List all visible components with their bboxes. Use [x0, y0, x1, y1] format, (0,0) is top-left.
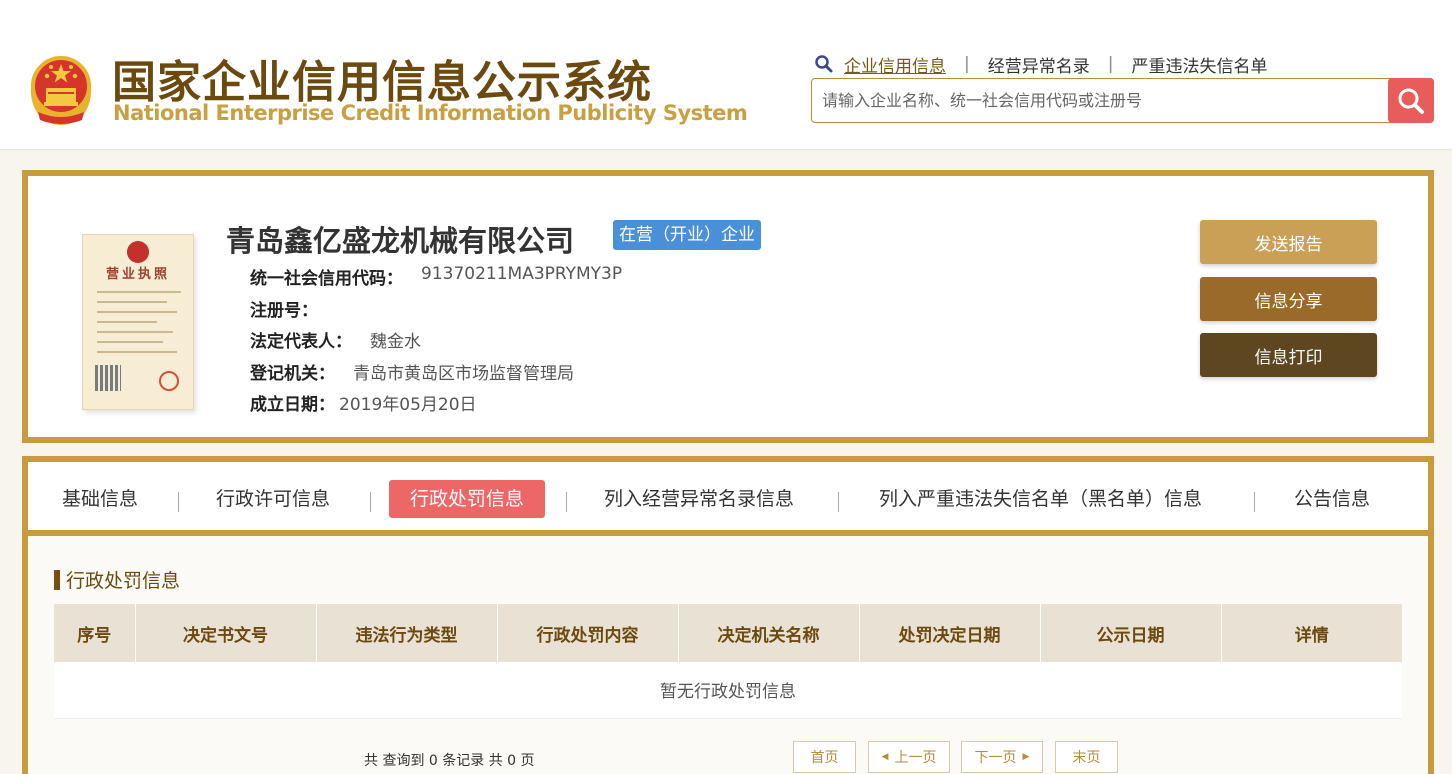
- tab-basic-info[interactable]: 基础信息: [62, 480, 138, 518]
- section-title-marker: [54, 569, 60, 590]
- col-header-violation-type: 违法行为类型: [316, 604, 498, 662]
- info-value: 魏金水: [370, 332, 421, 352]
- info-row-reg-number: 注册号：: [250, 296, 336, 321]
- site-header: 国家企业信用信息公示系统 National Enterprise Credit …: [0, 0, 1452, 150]
- search-button[interactable]: [1388, 78, 1434, 123]
- license-text-line: [97, 301, 167, 303]
- empty-table-message: 暂无行政处罚信息: [54, 662, 1402, 719]
- pager-last-button[interactable]: 末页: [1055, 741, 1118, 773]
- license-emblem-icon: [127, 241, 149, 263]
- license-text-line: [97, 321, 157, 323]
- search-bar: [811, 78, 1434, 123]
- col-header-authority: 决定机关名称: [678, 604, 860, 662]
- search-icon: [815, 55, 833, 73]
- tab-announcements[interactable]: 公告信息: [1294, 480, 1370, 518]
- penalty-panel: 行政处罚信息 序号 决定书文号 违法行为类型 行政处罚内容 决定机关名称 处罚决…: [22, 536, 1434, 774]
- caret-right-icon: ▶: [1022, 752, 1030, 762]
- info-row-established: 成立日期： 2019年05月20日: [250, 390, 477, 415]
- info-tabs: 基础信息 行政许可信息 行政处罚信息 列入经营异常名录信息 列入严重违法失信名单…: [22, 456, 1434, 536]
- top-nav: 企业信用信息 | 经营异常名录 | 严重违法失信名单: [814, 52, 1267, 77]
- national-emblem-icon: [30, 56, 92, 125]
- col-header-decision-date: 处罚决定日期: [859, 604, 1041, 662]
- share-info-button[interactable]: 信息分享: [1200, 277, 1377, 321]
- business-license-image[interactable]: 营业执照: [82, 234, 194, 410]
- col-header-decision-no: 决定书文号: [135, 604, 317, 662]
- info-label: 法定代表人：: [250, 332, 352, 352]
- section-title-text: 行政处罚信息: [66, 570, 181, 592]
- section-title: 行政处罚信息: [54, 566, 180, 593]
- info-value: 91370211MA3PRYMY3P: [421, 264, 623, 284]
- send-report-button[interactable]: 发送报告: [1200, 220, 1377, 264]
- license-text-line: [97, 311, 177, 313]
- info-label: 统一社会信用代码：: [250, 269, 403, 289]
- table-header-row: 序号 决定书文号 违法行为类型 行政处罚内容 决定机关名称 处罚决定日期 公示日…: [54, 604, 1402, 662]
- search-icon: [1398, 88, 1424, 114]
- nav-blacklist[interactable]: 严重违法失信名单: [1131, 52, 1267, 77]
- col-header-index: 序号: [54, 604, 136, 662]
- info-row-legal-rep: 法定代表人： 魏金水: [250, 327, 421, 352]
- nav-divider: |: [964, 54, 970, 74]
- tab-divider: [838, 492, 839, 512]
- tab-divider: [370, 492, 371, 512]
- search-input[interactable]: [812, 79, 1387, 122]
- status-badge: 在营（开业）企业: [613, 220, 761, 250]
- license-seal-icon: [159, 371, 179, 391]
- pager-prev-button[interactable]: ◀ 上一页: [868, 741, 950, 773]
- info-row-credit-code: 统一社会信用代码： 91370211MA3PRYMY3P: [250, 264, 622, 289]
- tab-divider: [1254, 492, 1255, 512]
- pager-prev-label: 上一页: [894, 750, 937, 766]
- license-qr-code: [95, 365, 121, 391]
- tab-admin-license[interactable]: 行政许可信息: [216, 480, 330, 518]
- tab-divider: [178, 492, 179, 512]
- company-name: 青岛鑫亿盛龙机械有限公司: [226, 224, 575, 258]
- table-row: 暂无行政处罚信息: [54, 662, 1402, 719]
- nav-enterprise-credit[interactable]: 企业信用信息: [844, 52, 946, 77]
- info-label: 登记机关：: [250, 364, 335, 384]
- nav-abnormal-list[interactable]: 经营异常名录: [988, 52, 1090, 77]
- penalty-table: 序号 决定书文号 违法行为类型 行政处罚内容 决定机关名称 处罚决定日期 公示日…: [54, 604, 1402, 719]
- pager-next-label: 下一页: [974, 750, 1017, 766]
- tab-divider: [566, 492, 567, 512]
- caret-left-icon: ◀: [881, 752, 889, 762]
- pager-first-button[interactable]: 首页: [793, 741, 856, 773]
- license-text-line: [97, 291, 181, 293]
- license-text-line: [97, 351, 177, 353]
- info-row-authority: 登记机关： 青岛市黄岛区市场监督管理局: [250, 359, 574, 384]
- pager-next-button[interactable]: 下一页 ▶: [961, 741, 1043, 773]
- col-header-penalty-content: 行政处罚内容: [497, 604, 679, 662]
- info-label: 成立日期：: [250, 395, 335, 415]
- company-card: 营业执照 青岛鑫亿盛龙机械有限公司 在营（开业）企业 统一社会信用代码： 913…: [22, 170, 1434, 443]
- col-header-publish-date: 公示日期: [1040, 604, 1222, 662]
- site-subtitle: National Enterprise Credit Information P…: [113, 101, 748, 125]
- license-text-line: [97, 331, 173, 333]
- nav-divider: |: [1107, 54, 1114, 74]
- col-header-details: 详情: [1221, 604, 1402, 662]
- tab-abnormal-list[interactable]: 列入经营异常名录信息: [604, 480, 794, 518]
- info-value: 青岛市黄岛区市场监督管理局: [353, 364, 574, 384]
- tab-admin-penalty[interactable]: 行政处罚信息: [389, 480, 546, 518]
- print-info-button[interactable]: 信息打印: [1200, 333, 1377, 377]
- info-value: 2019年05月20日: [339, 395, 477, 415]
- tab-blacklist[interactable]: 列入严重违法失信名单（黑名单）信息: [879, 480, 1202, 518]
- license-title: 营业执照: [105, 267, 170, 282]
- record-summary: 共 查询到 0 条记录 共 0 页: [364, 753, 535, 769]
- info-label: 注册号：: [250, 301, 318, 321]
- license-text-line: [97, 341, 163, 343]
